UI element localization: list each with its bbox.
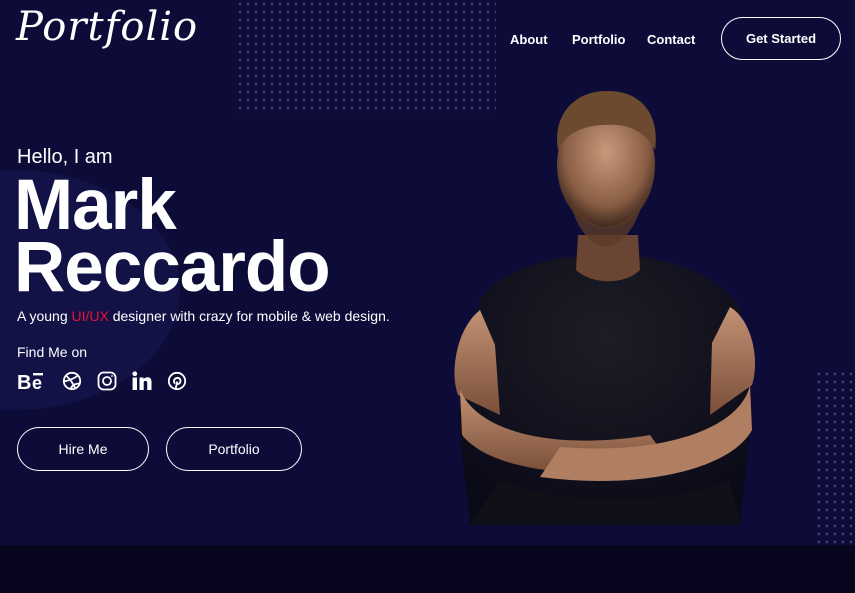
- find-me-label: Find Me on: [17, 344, 88, 360]
- svg-text:e: e: [32, 373, 42, 392]
- pinterest-icon[interactable]: [164, 368, 190, 394]
- dot-pattern-right: [815, 370, 855, 545]
- nav-link-contact[interactable]: Contact: [647, 32, 695, 47]
- footer-band: [0, 545, 855, 593]
- get-started-button[interactable]: Get Started: [721, 17, 841, 60]
- dribbble-icon[interactable]: [59, 368, 85, 394]
- hero-name-last: Reccardo: [14, 228, 331, 307]
- logo[interactable]: Portfolio: [16, 4, 198, 50]
- nav-link-portfolio[interactable]: Portfolio: [572, 32, 625, 47]
- portfolio-button[interactable]: Portfolio: [166, 427, 302, 471]
- hero-section: Portfolio About Portfolio Contact Get St…: [0, 0, 855, 545]
- hire-me-button[interactable]: Hire Me: [17, 427, 149, 471]
- nav-link-about[interactable]: About: [510, 32, 548, 47]
- linkedin-icon[interactable]: [129, 368, 155, 394]
- tagline-start: A young: [17, 308, 72, 324]
- tagline-end: designer with crazy for mobile & web des…: [108, 308, 390, 324]
- tagline-highlight: UI/UX: [71, 308, 109, 324]
- instagram-icon[interactable]: [94, 368, 120, 394]
- svg-text:B: B: [17, 372, 31, 392]
- portrait-image: [454, 90, 756, 525]
- hero-tagline: A young UI/UX designer with crazy for mo…: [17, 308, 390, 324]
- hero-name: Mark Reccardo: [14, 170, 331, 307]
- behance-icon[interactable]: B e: [17, 368, 47, 394]
